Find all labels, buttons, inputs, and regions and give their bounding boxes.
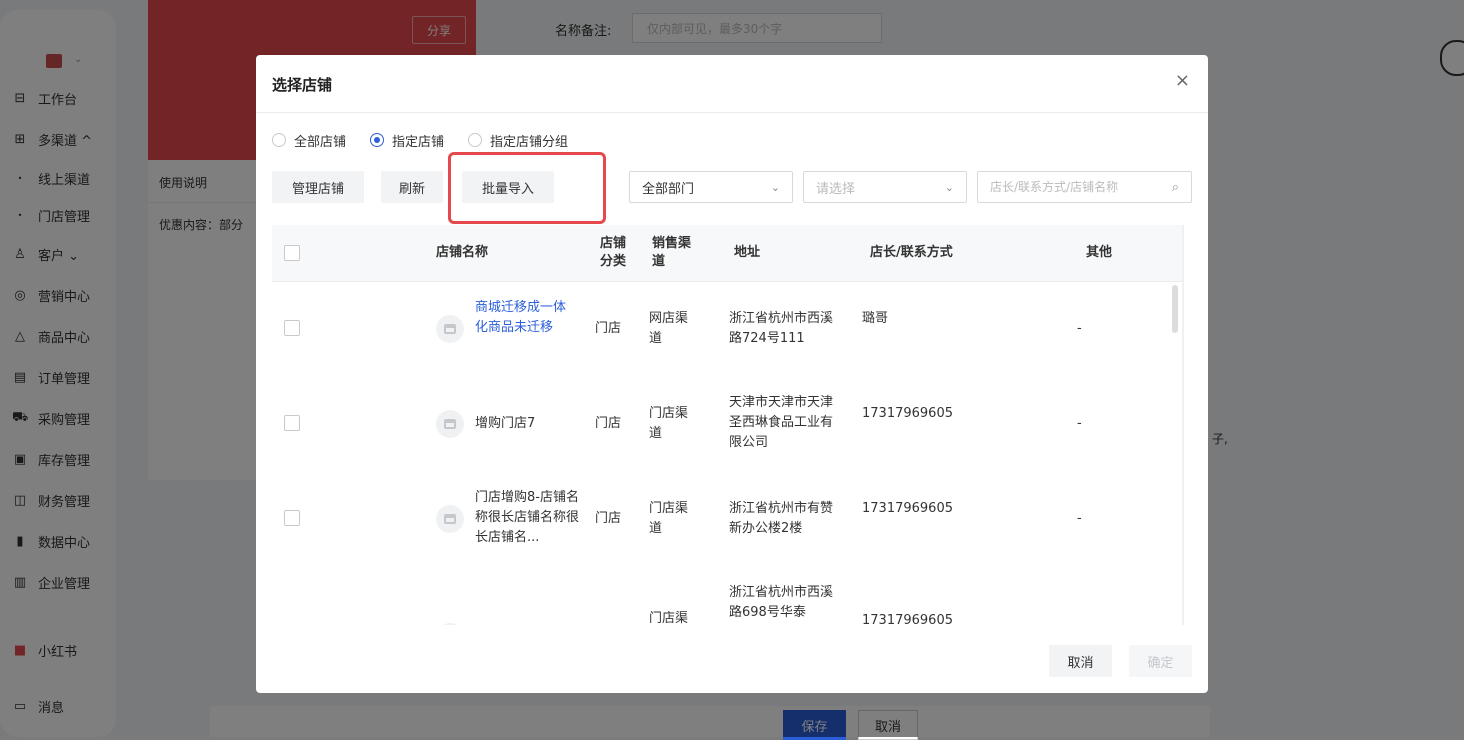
- table-scrollbar-thumb[interactable]: [1172, 285, 1178, 333]
- radio-all-stores[interactable]: 全部店铺: [272, 131, 346, 150]
- close-icon[interactable]: ×: [1175, 71, 1190, 91]
- store-category: 门店: [595, 511, 622, 526]
- sales-channel: 门店渠道: [649, 406, 689, 441]
- table-row[interactable]: 门店增购8-店铺名称很长店铺名称很长店铺名... 门店 门店渠道 浙江省杭州市有…: [272, 472, 1172, 568]
- radio-circle-icon[interactable]: [272, 133, 286, 147]
- select-store-dialog: 选择店铺 × 全部店铺 指定店铺 指定店铺分组 管理店铺 刷新 批量导入 全部部…: [256, 55, 1208, 693]
- row-checkbox[interactable]: [284, 415, 300, 431]
- store-manager: 17317969605: [862, 613, 953, 625]
- store-scope-radio-group: 全部店铺 指定店铺 指定店铺分组: [272, 131, 592, 150]
- radio-store-group[interactable]: 指定店铺分组: [468, 131, 568, 150]
- radio-label: 指定店铺分组: [490, 134, 569, 150]
- row-checkbox[interactable]: [284, 510, 300, 526]
- refresh-button[interactable]: 刷新: [381, 171, 443, 203]
- store-category: 门店: [595, 416, 622, 431]
- chevron-down-icon: ⌄: [770, 180, 780, 194]
- table-header: 店铺名称 店铺分类 销售渠道 地址 店长/联系方式 其他: [272, 225, 1184, 282]
- store-name[interactable]: 门店增购8-店铺名称很长店铺名称很长店铺名...: [475, 488, 581, 548]
- row-checkbox[interactable]: [284, 320, 300, 336]
- table-scrollbar-track[interactable]: [1182, 225, 1184, 625]
- search-icon[interactable]: ⌕: [1172, 180, 1179, 195]
- col-sales-channel: 销售渠道: [652, 236, 692, 269]
- dialog-title: 选择店铺: [272, 76, 333, 94]
- dialog-cancel-button[interactable]: 取消: [1049, 645, 1112, 677]
- group-select[interactable]: 请选择 ⌄: [803, 171, 967, 203]
- table-row[interactable]: 门店渠道 浙江省杭州市西溪路698号华泰 17317969605: [272, 567, 1172, 625]
- col-store-category: 店铺分类: [599, 236, 626, 269]
- department-select-value: 全部部门: [642, 181, 695, 197]
- store-address: 浙江省杭州市西溪路698号华泰: [729, 585, 834, 620]
- highlight-annotation: [448, 152, 606, 224]
- radio-label: 全部店铺: [294, 134, 347, 150]
- store-manager: 璐哥: [862, 311, 889, 326]
- chevron-down-icon: ⌄: [944, 180, 954, 194]
- store-icon: [436, 505, 464, 533]
- store-address: 浙江省杭州市西溪路724号111: [729, 311, 834, 346]
- store-address: 浙江省杭州市有赞新办公楼2楼: [729, 501, 834, 536]
- radio-label: 指定店铺: [392, 134, 445, 150]
- store-address: 天津市天津市天津圣西琳食品工业有限公司: [729, 395, 834, 450]
- col-manager-contact: 店长/联系方式: [870, 245, 953, 260]
- store-name-link[interactable]: 商城迁移成一体化商品未迁移: [475, 298, 571, 338]
- store-other: -: [1077, 321, 1082, 336]
- col-address: 地址: [734, 245, 761, 260]
- dialog-confirm-button[interactable]: 确定: [1129, 645, 1192, 677]
- store-search-input[interactable]: [990, 180, 1172, 194]
- store-name[interactable]: 增购门店7: [475, 414, 535, 434]
- group-select-placeholder: 请选择: [816, 181, 856, 197]
- radio-specified-stores[interactable]: 指定店铺: [370, 131, 444, 150]
- sales-channel: 门店渠道: [649, 611, 689, 625]
- radio-checked-icon[interactable]: [370, 133, 385, 147]
- col-other: 其他: [1086, 245, 1113, 260]
- store-icon: [436, 623, 464, 625]
- store-table: 店铺名称 店铺分类 销售渠道 地址 店长/联系方式 其他 商城迁移成一体化商品未…: [272, 225, 1184, 625]
- store-manager: 17317969605: [862, 501, 953, 516]
- table-row[interactable]: 商城迁移成一体化商品未迁移 门店 网店渠道 浙江省杭州市西溪路724号111 璐…: [272, 282, 1172, 378]
- radio-circle-icon[interactable]: [468, 133, 483, 147]
- col-store-name: 店铺名称: [436, 245, 489, 260]
- store-search-box[interactable]: ⌕: [977, 171, 1192, 203]
- sales-channel: 网店渠道: [649, 311, 689, 346]
- store-other: -: [1077, 416, 1082, 431]
- table-row[interactable]: 增购门店7 门店 门店渠道 天津市天津市天津圣西琳食品工业有限公司 173179…: [272, 377, 1172, 473]
- department-select[interactable]: 全部部门 ⌄: [629, 171, 793, 203]
- manage-stores-button[interactable]: 管理店铺: [272, 171, 364, 203]
- store-category: 门店: [595, 321, 622, 336]
- store-manager: 17317969605: [862, 406, 953, 421]
- store-icon: [436, 315, 464, 343]
- sales-channel: 门店渠道: [649, 501, 689, 536]
- divider: [256, 112, 1208, 113]
- select-all-checkbox[interactable]: [284, 245, 300, 261]
- store-other: -: [1077, 511, 1082, 526]
- store-icon: [436, 410, 464, 438]
